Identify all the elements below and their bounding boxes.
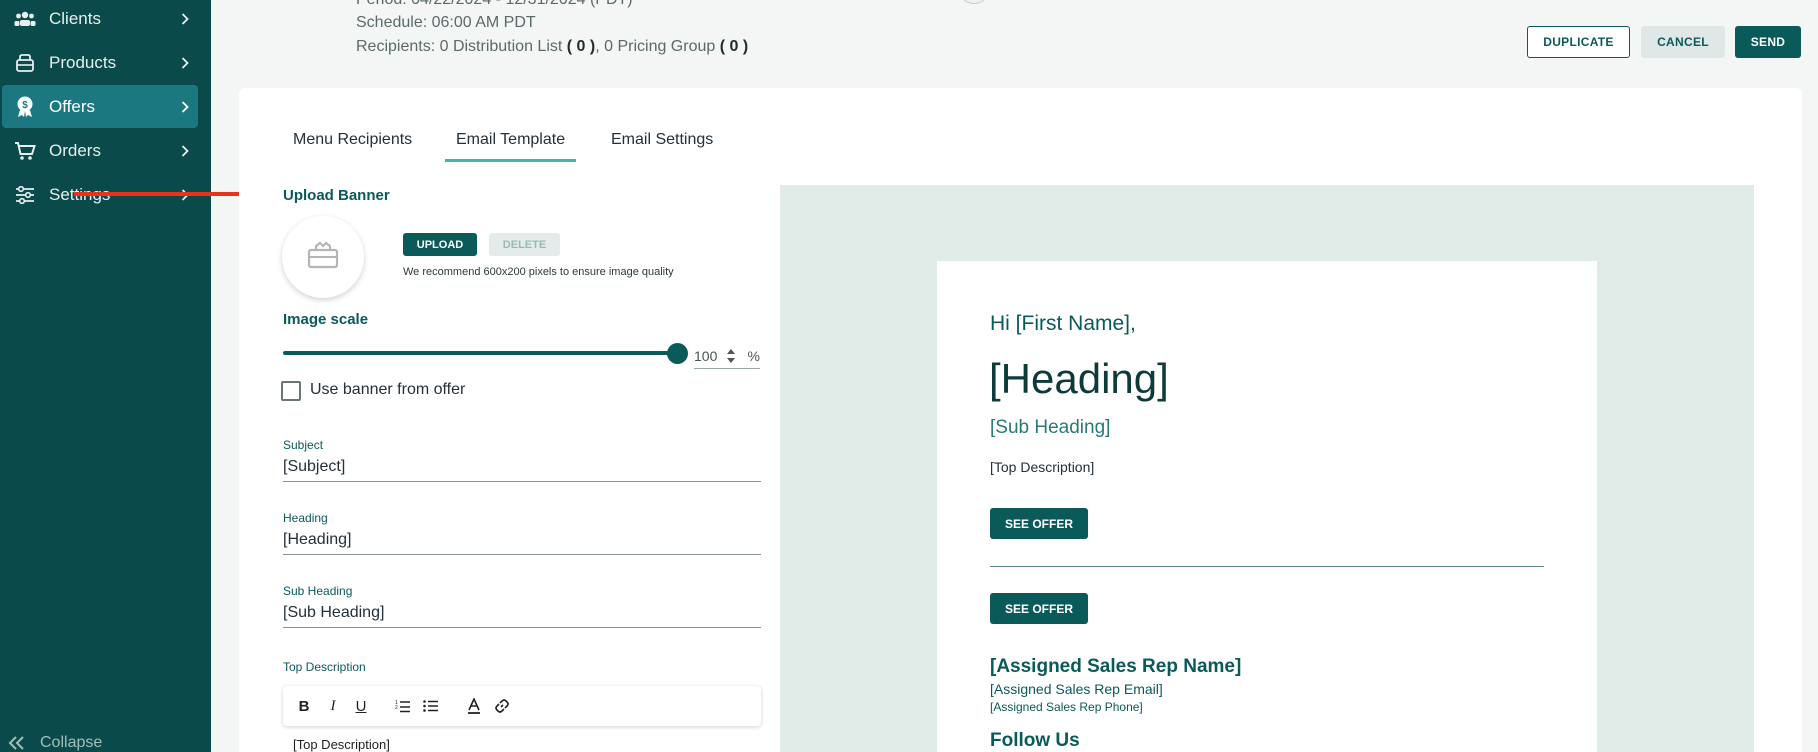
- upload-banner-title: Upload Banner: [283, 187, 390, 204]
- subheading-label: Sub Heading: [283, 584, 353, 598]
- preview-top-description: [Top Description]: [990, 459, 1095, 475]
- image-scale-slider-track[interactable]: [283, 351, 678, 355]
- image-scale-unit: %: [747, 347, 760, 364]
- chevron-right-icon: [172, 100, 198, 113]
- recipients-mid: , 0 Pricing Group: [595, 38, 720, 55]
- stepper-icon[interactable]: [725, 348, 738, 364]
- tab-email-settings[interactable]: Email Settings: [611, 131, 713, 149]
- subheading-input[interactable]: [Sub Heading]: [283, 601, 761, 628]
- sidebar-item-orders[interactable]: Orders: [2, 129, 198, 172]
- use-banner-label: Use banner from offer: [310, 381, 466, 398]
- preview-heading: [Heading]: [989, 355, 1169, 402]
- link-icon[interactable]: [492, 696, 512, 716]
- sidebar-item-products[interactable]: Products: [2, 41, 198, 84]
- recommend-text: We recommend 600x200 pixels to ensure im…: [403, 266, 674, 278]
- rich-text-toolbar: B I U 12: [283, 686, 761, 726]
- tab-menu-recipients[interactable]: Menu Recipients: [293, 131, 412, 149]
- chevron-right-icon: [172, 56, 198, 69]
- preview-follow-us: Follow Us: [990, 730, 1080, 751]
- use-banner-checkbox[interactable]: [281, 381, 301, 401]
- preview-divider: [990, 566, 1544, 567]
- pricing-group-count: ( 0 ): [719, 38, 749, 55]
- sidebar-item-offers[interactable]: $ Offers: [2, 85, 198, 128]
- preview-rep-name: [Assigned Sales Rep Name]: [990, 656, 1242, 677]
- recipients-prefix: Recipients: 0 Distribution List: [356, 38, 567, 55]
- image-scale-slider-thumb[interactable]: [667, 343, 688, 364]
- sidebar-item-label: Products: [49, 52, 117, 72]
- banner-preview[interactable]: [282, 216, 364, 298]
- chevron-right-icon: [172, 144, 198, 157]
- subject-label: Subject: [283, 438, 324, 452]
- sidebar-item-clients[interactable]: Clients: [2, 0, 198, 40]
- bold-icon[interactable]: B: [294, 696, 314, 716]
- settings-icon: [12, 185, 38, 204]
- svg-text:2: 2: [395, 705, 398, 711]
- cancel-button[interactable]: CANCEL: [1641, 26, 1725, 58]
- period-text: Period: 04/22/2024 - 12/31/2024 (PDT): [356, 0, 633, 9]
- text-color-icon[interactable]: [464, 696, 484, 716]
- delete-button[interactable]: DELETE: [489, 233, 560, 256]
- italic-icon[interactable]: I: [323, 696, 343, 716]
- preview-see-offer-button[interactable]: SEE OFFER: [990, 593, 1088, 624]
- top-description-editor[interactable]: [Top Description]: [293, 737, 390, 752]
- products-icon: [12, 53, 38, 72]
- preview-see-offer-button[interactable]: SEE OFFER: [990, 508, 1088, 539]
- preview-greeting: Hi [First Name],: [990, 312, 1136, 335]
- send-button[interactable]: SEND: [1735, 26, 1801, 58]
- sidebar-item-label: Clients: [49, 8, 101, 28]
- schedule-text: Schedule: 06:00 AM PDT: [356, 14, 536, 31]
- distribution-list-count: ( 0 ): [566, 38, 596, 55]
- active-tab-indicator: [445, 159, 576, 162]
- preview-rep-phone: [Assigned Sales Rep Phone]: [990, 700, 1143, 714]
- upload-button[interactable]: UPLOAD: [403, 233, 477, 256]
- preview-rep-email: [Assigned Sales Rep Email]: [990, 681, 1163, 697]
- heading-input[interactable]: [Heading]: [283, 528, 761, 555]
- subject-input[interactable]: [Subject]: [283, 455, 761, 482]
- chevron-right-icon: [172, 12, 198, 25]
- double-chevron-left-icon: [8, 736, 26, 750]
- duplicate-button[interactable]: DUPLICATE: [1527, 26, 1630, 58]
- svg-text:$: $: [22, 100, 28, 111]
- sidebar-item-label: Offers: [49, 96, 95, 116]
- bullet-list-icon[interactable]: [421, 696, 441, 716]
- image-scale-input[interactable]: 100 %: [694, 343, 760, 369]
- image-placeholder-icon: [307, 241, 339, 274]
- scroll-indicator: [962, 0, 986, 4]
- underline-icon[interactable]: U: [351, 696, 371, 716]
- collapse-label: Collapse: [40, 734, 103, 751]
- ordered-list-icon[interactable]: 12: [393, 696, 413, 716]
- preview-sub-heading: [Sub Heading]: [990, 417, 1111, 438]
- top-description-label: Top Description: [283, 660, 366, 674]
- heading-label: Heading: [283, 511, 328, 525]
- cart-icon: [12, 141, 38, 161]
- collapse-button[interactable]: Collapse: [8, 734, 102, 752]
- sidebar-item-label: Orders: [49, 140, 101, 160]
- image-scale-label: Image scale: [283, 311, 369, 328]
- image-scale-value: 100: [694, 347, 718, 364]
- sidebar: Clients Products $ Offers Orders Setting…: [0, 0, 211, 752]
- clients-icon: [12, 10, 38, 28]
- recipients-text: Recipients: 0 Distribution List ( 0 ), 0…: [356, 38, 748, 56]
- offers-icon: $: [12, 96, 38, 118]
- tab-email-template[interactable]: Email Template: [456, 131, 565, 149]
